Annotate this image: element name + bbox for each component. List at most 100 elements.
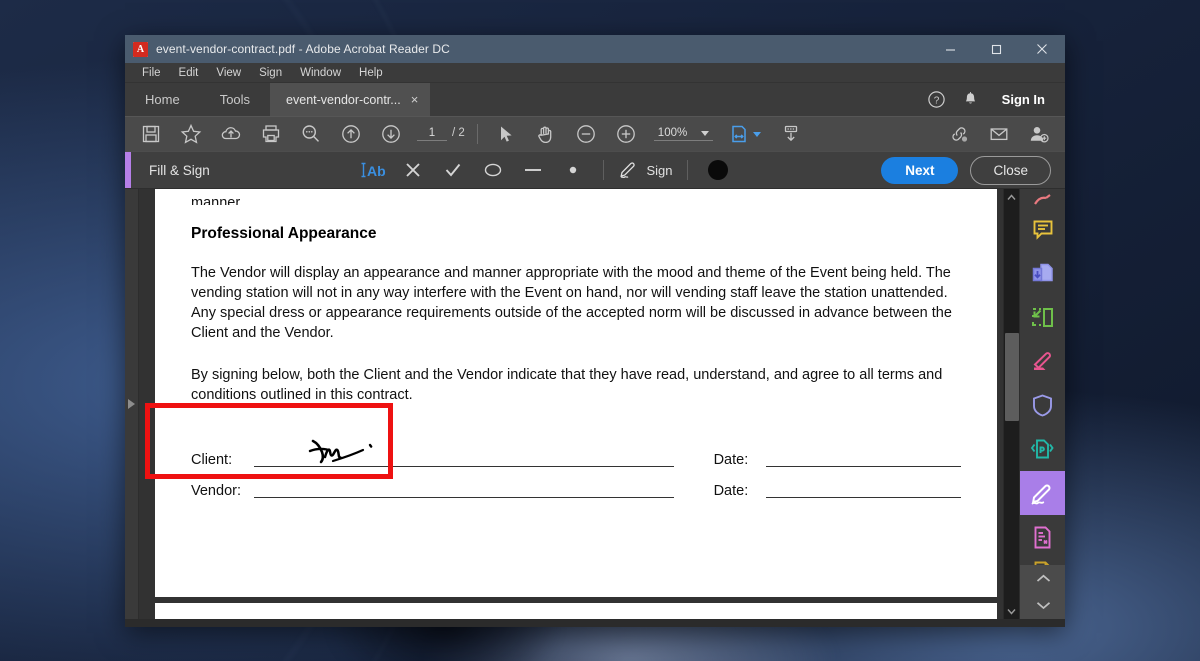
close-button[interactable] <box>1019 35 1065 63</box>
chevron-up-icon[interactable] <box>1020 566 1065 591</box>
sign-button-label: Sign <box>646 162 673 178</box>
paragraph-appearance: The Vendor will display an appearance an… <box>191 265 952 341</box>
star-icon[interactable] <box>171 117 211 151</box>
line-tool[interactable] <box>513 151 553 189</box>
zoom-level-select[interactable]: 100% <box>653 127 714 141</box>
fill-sign-separator-1 <box>603 160 605 180</box>
acrobat-pdf-icon <box>133 41 148 57</box>
page-number-control[interactable]: 1 / 2 <box>417 127 465 141</box>
fill-sign-separator-2 <box>686 160 688 180</box>
hand-tool-icon[interactable] <box>526 117 566 151</box>
minimize-button[interactable] <box>927 35 973 63</box>
svg-text:?: ? <box>934 95 940 106</box>
tab-strip-spacer <box>430 83 919 116</box>
scroll-up-icon[interactable] <box>1004 189 1020 205</box>
page-display-icon[interactable] <box>771 117 811 151</box>
scroll-thumb[interactable] <box>1005 333 1019 421</box>
sidebar-item-prepare-form[interactable] <box>1020 515 1065 559</box>
fill-sign-title: Fill & Sign <box>149 162 210 178</box>
signature-row-vendor: Vendor: Date: <box>191 470 961 501</box>
maximize-button[interactable] <box>973 35 1019 63</box>
vertical-scrollbar[interactable] <box>1003 189 1019 619</box>
window-title: event-vendor-contract.pdf - Adobe Acroba… <box>156 42 450 56</box>
tab-strip-actions: ? Sign In <box>920 83 1065 116</box>
sidebar-item-export-pdf[interactable] <box>1020 251 1065 295</box>
cross-mark-tool[interactable] <box>393 151 433 189</box>
sidebar-item-fill-and-sign[interactable] <box>1020 471 1065 515</box>
sidebar-item-comment[interactable] <box>1020 207 1065 251</box>
tab-document-label: event-vendor-contr... <box>286 92 401 107</box>
tab-close-icon[interactable]: × <box>411 93 419 106</box>
sidebar-item-protect[interactable] <box>1020 383 1065 427</box>
menu-item-window[interactable]: Window <box>291 63 350 83</box>
sidebar-item-highlight-marker[interactable] <box>1020 339 1065 383</box>
page-current-input[interactable]: 1 <box>417 127 447 141</box>
toolbar-separator-1 <box>476 124 478 144</box>
expand-panel-triangle-icon[interactable] <box>128 399 135 409</box>
upload-cloud-icon[interactable] <box>211 117 251 151</box>
print-icon[interactable] <box>251 117 291 151</box>
bell-icon[interactable] <box>954 83 988 116</box>
menu-item-help[interactable]: Help <box>350 63 392 83</box>
email-icon[interactable] <box>979 117 1019 151</box>
zoom-out-icon[interactable] <box>566 117 606 151</box>
zoom-level-value: 100% <box>657 127 688 139</box>
status-bar <box>125 619 1065 627</box>
vendor-signature-field[interactable] <box>253 497 674 498</box>
page-total-label: / 2 <box>452 127 465 139</box>
menu-item-file[interactable]: File <box>133 63 170 83</box>
next-page-icon[interactable] <box>371 117 411 151</box>
sidebar-item-organize-pages[interactable] <box>1020 295 1065 339</box>
add-person-icon[interactable] <box>1019 117 1059 151</box>
clipped-paragraph-top: manner. <box>191 195 244 205</box>
share-link-icon[interactable] <box>939 117 979 151</box>
zoom-search-icon[interactable] <box>291 117 331 151</box>
circle-tool[interactable] <box>473 151 513 189</box>
menu-bar: File Edit View Sign Window Help <box>125 63 1065 83</box>
zoom-in-icon[interactable] <box>606 117 646 151</box>
section-heading: Professional Appearance <box>191 225 377 242</box>
content-area: manner. Professional Appearance The Vend… <box>125 189 1065 619</box>
scrollbar-track[interactable] <box>1004 205 1019 603</box>
sign-pen-icon <box>618 159 640 182</box>
pdf-page-1: manner. Professional Appearance The Vend… <box>145 189 997 597</box>
fill-and-sign-toolbar: Fill & Sign Ab Sign Next Close <box>125 151 1065 189</box>
color-picker-swatch[interactable] <box>707 160 728 180</box>
menu-item-view[interactable]: View <box>207 63 250 83</box>
pdf-page-2 <box>155 603 997 619</box>
dot-tool[interactable] <box>553 151 593 189</box>
acrobat-reader-window: event-vendor-contract.pdf - Adobe Acroba… <box>125 35 1065 627</box>
document-viewport[interactable]: manner. Professional Appearance The Vend… <box>139 189 1003 619</box>
cursor-select-icon[interactable] <box>486 117 526 151</box>
chevron-down-icon[interactable] <box>1020 593 1065 618</box>
client-signature-field[interactable] <box>253 466 674 467</box>
help-circle-icon[interactable]: ? <box>920 83 954 116</box>
sidebar-item-edit-pdf[interactable] <box>1020 189 1065 207</box>
previous-page-icon[interactable] <box>331 117 371 151</box>
sidebar-item-compress-pdf[interactable] <box>1020 427 1065 471</box>
chevron-down-icon[interactable] <box>701 130 710 136</box>
client-date-field[interactable] <box>766 466 961 467</box>
next-button[interactable]: Next <box>881 156 959 184</box>
vendor-date-field[interactable] <box>766 497 961 498</box>
sign-button[interactable]: Sign <box>614 159 676 182</box>
close-fill-sign-button[interactable]: Close <box>970 155 1051 185</box>
fit-page-dropdown[interactable] <box>753 131 762 137</box>
paragraph-signing: By signing below, both the Client and th… <box>191 367 943 403</box>
text-tool[interactable]: Ab <box>353 151 393 189</box>
sign-in-button[interactable]: Sign In <box>988 92 1053 107</box>
scroll-down-icon[interactable] <box>1004 603 1020 619</box>
check-mark-tool[interactable] <box>433 151 473 189</box>
tab-tools[interactable]: Tools <box>200 83 270 116</box>
signature-row-client: Client: Date: <box>191 439 961 470</box>
signature-block: Client: Date: Vendor: Date: <box>145 403 961 501</box>
vendor-label: Vendor: <box>191 483 241 499</box>
tab-document[interactable]: event-vendor-contr... × <box>270 83 431 116</box>
menu-item-sign[interactable]: Sign <box>250 63 291 83</box>
tab-home[interactable]: Home <box>125 83 200 116</box>
menu-item-edit[interactable]: Edit <box>170 63 208 83</box>
save-icon[interactable] <box>131 117 171 151</box>
left-panel-toggle[interactable] <box>125 189 139 619</box>
client-date-label: Date: <box>713 452 749 468</box>
tab-strip: Home Tools event-vendor-contr... × ? Sig… <box>125 83 1065 116</box>
